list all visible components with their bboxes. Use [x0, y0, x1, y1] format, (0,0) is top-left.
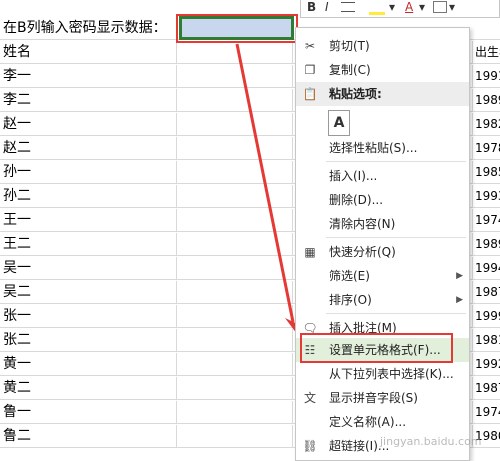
paste-icon[interactable]: A: [328, 110, 350, 136]
dropdown-arrow-icon[interactable]: ▾: [389, 0, 395, 14]
hyperlink-icon: ⛓: [302, 439, 318, 453]
copy-icon: ❐: [304, 63, 316, 77]
watermark: jingyan.baidu.com: [380, 435, 482, 448]
bold-button[interactable]: B: [307, 0, 316, 14]
menu-item-insert[interactable]: 插入(I)...: [296, 164, 469, 188]
menu-separator: [326, 237, 466, 238]
submenu-arrow-icon: ▶: [456, 295, 463, 305]
align-center-icon[interactable]: [341, 2, 355, 12]
dropdown-arrow-icon[interactable]: ▾: [449, 0, 455, 14]
dropdown-arrow-icon[interactable]: ▾: [419, 0, 425, 14]
context-menu: ✂ 剪切(T) ❐ 复制(C) 📋 粘贴选项: A 选择性粘贴(S)... 插入…: [295, 27, 470, 461]
menu-item-paste-special[interactable]: 选择性粘贴(S)...: [296, 136, 469, 160]
menu-separator: [326, 313, 466, 314]
menu-item-delete[interactable]: 删除(D)...: [296, 188, 469, 212]
borders-icon[interactable]: [433, 1, 447, 13]
annotation-box-format-cells: [300, 333, 453, 363]
menu-item-filter[interactable]: 筛选(E) ▶: [296, 264, 469, 288]
scissors-icon: ✂: [304, 39, 316, 53]
font-color-button[interactable]: A: [405, 0, 413, 14]
menu-item-quick-analysis[interactable]: ▦ 快速分析(Q): [296, 240, 469, 264]
menu-item-define-name[interactable]: 定义名称(A)...: [296, 410, 469, 434]
menu-separator: [326, 161, 466, 162]
menu-item-clear[interactable]: 清除内容(N): [296, 212, 469, 236]
menu-item-sort[interactable]: 排序(O) ▶: [296, 288, 469, 312]
menu-item-copy[interactable]: ❐ 复制(C): [296, 58, 469, 82]
menu-header-paste-options: 📋 粘贴选项:: [296, 82, 469, 106]
submenu-arrow-icon: ▶: [456, 271, 463, 281]
quick-analysis-icon: ▦: [304, 245, 316, 259]
italic-button[interactable]: I: [325, 0, 329, 14]
clipboard-icon: 📋: [302, 87, 318, 101]
phonetic-icon: 文: [303, 391, 316, 405]
menu-item-show-phonetic[interactable]: 文 显示拼音字段(S): [296, 386, 469, 410]
fill-color-icon[interactable]: [369, 2, 385, 15]
mini-toolbar: B I ▾ A ▾ ▾: [300, 0, 500, 18]
menu-item-cut[interactable]: ✂ 剪切(T): [296, 34, 469, 58]
menu-item-pick-from-list[interactable]: 从下拉列表中选择(K)...: [296, 362, 469, 386]
